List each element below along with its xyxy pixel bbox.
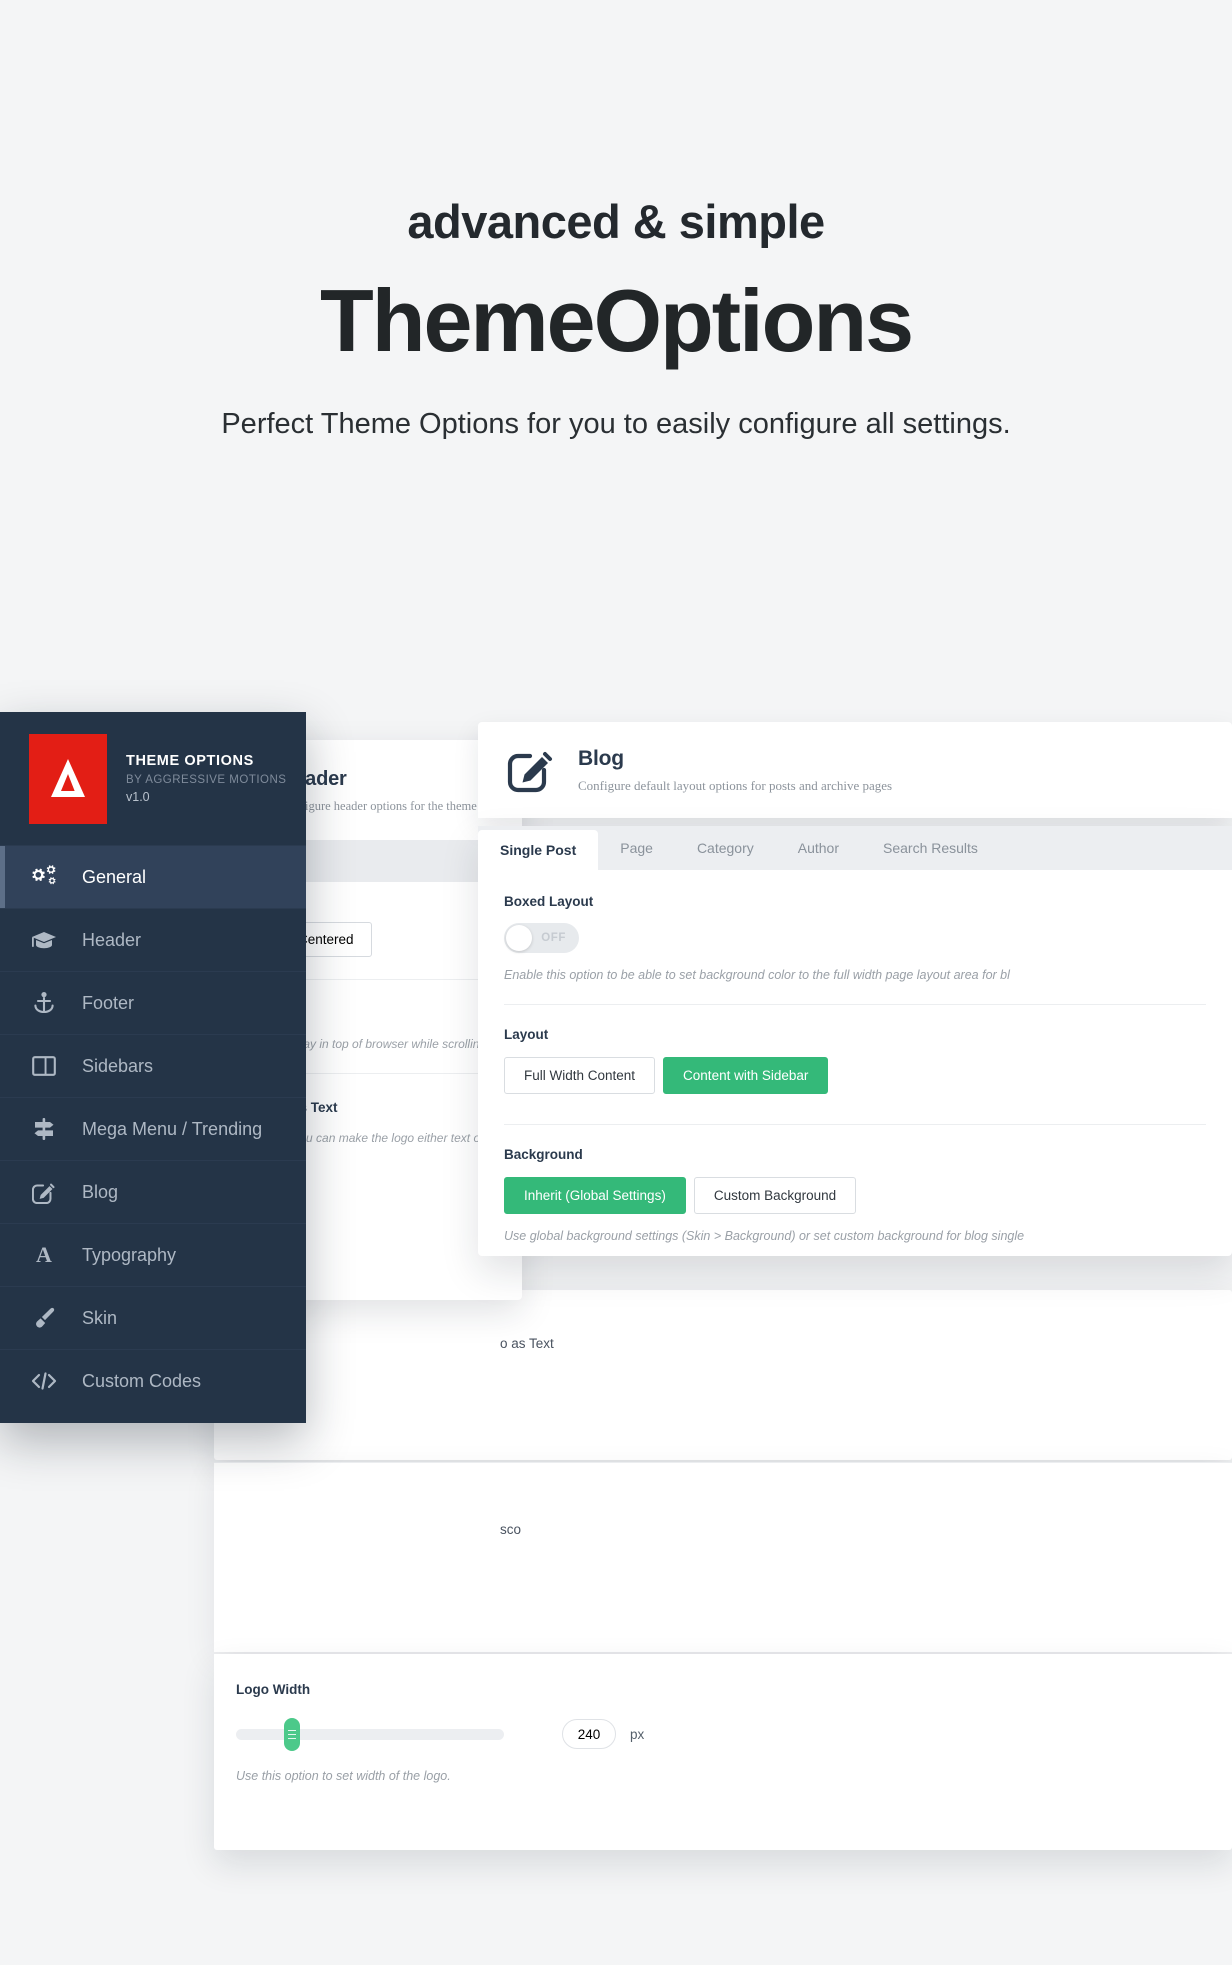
svg-text:A: A (36, 1243, 52, 1267)
sidebar-item-blog[interactable]: Blog (0, 1160, 306, 1223)
sidebar-item-label: Typography (82, 1244, 177, 1265)
triangle-a-logo-icon (51, 758, 85, 797)
signpost-icon (28, 1117, 60, 1141)
brand-author: BY AGGRESSIVE MOTIONS (126, 774, 287, 786)
logo-width-label: Logo Width (236, 1682, 311, 1697)
brand-version: v1.0 (126, 790, 150, 804)
separator-1 (504, 1004, 1206, 1005)
letter-a-icon: A (28, 1243, 60, 1267)
columns-icon (28, 1055, 60, 1077)
background-label: Background (504, 1147, 583, 1162)
tab-search-results[interactable]: Search Results (861, 826, 1000, 870)
brand-text: THEME OPTIONS BY AGGRESSIVE MOTIONS v1.0 (126, 753, 286, 804)
layout-label: Layout (504, 1027, 549, 1042)
sidebar-item-label: Footer (82, 992, 135, 1013)
toggle-state-label: OFF (541, 932, 566, 944)
logo-width-unit: px (630, 1726, 645, 1742)
boxed-layout-field: Boxed Layout OFF Enable this option to b… (504, 894, 1206, 982)
toggle-knob (506, 925, 532, 951)
paintbrush-icon (28, 1306, 60, 1330)
layout-button-group: Full Width Content Content with Sidebar (504, 1057, 1206, 1094)
blog-panel-header: Blog Configure default layout options fo… (478, 722, 1232, 818)
sidebar-item-label: Mega Menu / Trending (82, 1118, 263, 1139)
layout-content-with-sidebar-button[interactable]: Content with Sidebar (663, 1057, 829, 1094)
logo-width-panel: Logo Width 240 px Use this option to set… (214, 1654, 1232, 1850)
brand-logo (29, 733, 107, 824)
pencil-square-icon (28, 1180, 60, 1204)
sidebar-item-footer[interactable]: Footer (0, 971, 306, 1034)
graduation-cap-icon (28, 929, 60, 951)
background-hint: Use global background settings (Skin > B… (504, 1229, 1025, 1243)
logo-width-slider-handle[interactable] (284, 1717, 300, 1751)
logo-width-value-input[interactable]: 240 (562, 1719, 616, 1749)
blog-tabbar: Single Post Page Category Author Search … (478, 826, 1232, 870)
blog-panel-header-text: Blog Configure default layout options fo… (578, 747, 892, 794)
logo-width-hint: Use this option to set width of the logo… (236, 1769, 451, 1783)
anchor-icon (28, 991, 60, 1015)
bottom-panel-upper: o as Text (214, 1290, 1232, 1460)
tab-category[interactable]: Category (675, 826, 776, 870)
pencil-square-icon (504, 744, 556, 796)
layout-full-width-button[interactable]: Full Width Content (504, 1057, 656, 1094)
boxed-layout-hint: Enable this option to be able to set bac… (504, 968, 1010, 982)
sidebar-item-general[interactable]: General (0, 845, 306, 908)
background-custom-button[interactable]: Custom Background (693, 1177, 857, 1214)
logo-width-inner: Logo Width 240 px Use this option to set… (214, 1654, 1232, 1783)
logo-tail-fragment: sco (500, 1522, 522, 1537)
tab-page[interactable]: Page (598, 826, 675, 870)
separator-2 (504, 1124, 1206, 1125)
background-field: Background Inherit (Global Settings) Cus… (504, 1147, 1206, 1243)
hero-section: advanced & simple ThemeOptions Perfect T… (0, 0, 1232, 444)
brand-name: THEME OPTIONS (126, 753, 254, 769)
sidebar-item-label: Skin (82, 1307, 118, 1328)
sidebar-item-label: Custom Codes (82, 1370, 202, 1391)
boxed-layout-toggle[interactable]: OFF (504, 923, 579, 953)
page-root: advanced & simple ThemeOptions Perfect T… (0, 0, 1232, 1965)
sidebar-item-skin[interactable]: Skin (0, 1286, 306, 1349)
sidebar-item-sidebars[interactable]: Sidebars (0, 1034, 306, 1097)
bottom-panel-divider (214, 1462, 1232, 1463)
sidebar-item-label: Blog (82, 1181, 119, 1202)
sidebar-item-label: Sidebars (82, 1055, 154, 1076)
layout-field: Layout Full Width Content Content with S… (504, 1027, 1206, 1094)
sidebar-item-label: General (82, 866, 147, 887)
sidebar-item-typography[interactable]: A Typography (0, 1223, 306, 1286)
background-button-group: Inherit (Global Settings) Custom Backgro… (504, 1177, 1206, 1214)
sidebar-item-custom-codes[interactable]: Custom Codes (0, 1349, 306, 1412)
sidebar-item-header[interactable]: Header (0, 908, 306, 971)
sidebar-item-label: Header (82, 929, 142, 950)
theme-options-sidebar: THEME OPTIONS BY AGGRESSIVE MOTIONS v1.0… (0, 712, 306, 1423)
blog-panel-description: Configure default layout options for pos… (578, 777, 893, 793)
hero-title: ThemeOptions (319, 271, 914, 370)
blog-panel-body: Single Post Page Category Author Search … (478, 826, 1232, 1256)
tab-author[interactable]: Author (776, 826, 861, 870)
logo-width-slider-row: 240 px (236, 1717, 1232, 1751)
code-icon (28, 1371, 60, 1391)
boxed-layout-label: Boxed Layout (504, 894, 594, 909)
sidebar-item-mega-menu-trending[interactable]: Mega Menu / Trending (0, 1097, 306, 1160)
hero-kicker: advanced & simple (407, 195, 825, 248)
logo-width-slider-track[interactable] (236, 1717, 504, 1751)
bottom-panel-middle-inner: sco (214, 1462, 1232, 1537)
blog-panel-content: Boxed Layout OFF Enable this option to b… (478, 870, 1232, 1256)
background-inherit-button[interactable]: Inherit (Global Settings) (504, 1177, 686, 1214)
blog-panel-title: Blog (578, 746, 624, 770)
logo-text-label-fragment: o as Text (500, 1336, 554, 1351)
hero-subtitle: Perfect Theme Options for you to easily … (221, 408, 1011, 440)
bottom-panel-middle: sco (214, 1462, 1232, 1652)
gears-icon (28, 865, 60, 889)
sidebar-brand: THEME OPTIONS BY AGGRESSIVE MOTIONS v1.0 (0, 712, 306, 845)
tab-single-post[interactable]: Single Post (478, 830, 599, 870)
